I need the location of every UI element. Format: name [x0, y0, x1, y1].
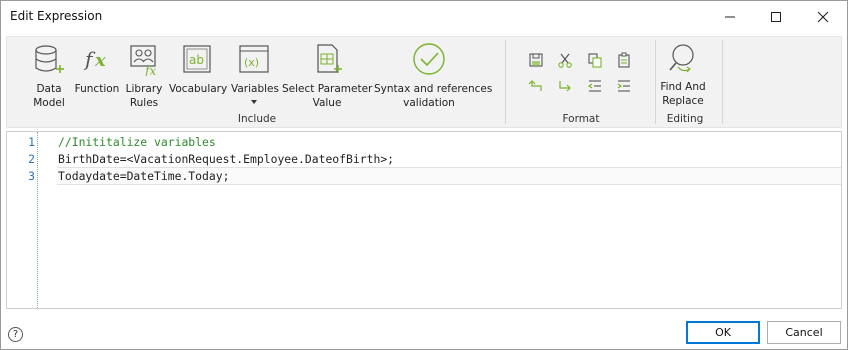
ok-button[interactable]: OK: [686, 321, 760, 344]
variables-x-icon: (x): [239, 45, 269, 73]
format-group-label: Format: [562, 113, 600, 125]
ribbon-separator: [505, 40, 506, 124]
vocabulary-label: Vocabulary: [169, 83, 228, 95]
cancel-button[interactable]: Cancel: [767, 321, 841, 344]
find-and-replace-label: Find And Replace: [660, 81, 706, 107]
vocabulary-ab-icon: ab: [183, 45, 211, 73]
svg-text:x: x: [94, 50, 106, 71]
svg-text:fx: fx: [144, 64, 156, 76]
library-rules-label: Library Rules: [125, 83, 163, 109]
select-parameter-value-button[interactable]: Select Parameter Value: [282, 42, 372, 112]
ribbon-separator: [722, 40, 723, 124]
line-number: 1: [28, 135, 35, 149]
maximize-button[interactable]: [753, 1, 799, 32]
library-rules-icon: fx: [130, 45, 156, 76]
gutter-divider: [37, 132, 38, 308]
code-line: Todaydate=DateTime.Today;: [58, 169, 230, 183]
syntax-validation-button[interactable]: Syntax and references validation: [374, 42, 493, 112]
validation-check-icon: [413, 43, 445, 75]
data-model-label: Data Model: [33, 83, 65, 109]
database-add-icon: [35, 45, 64, 73]
function-fx-icon: f x: [83, 47, 106, 71]
data-model-button[interactable]: Data Model: [27, 42, 71, 112]
editing-group-label: Editing: [666, 113, 704, 125]
code-line: BirthDate=<VacationRequest.Employee.Date…: [58, 152, 395, 166]
vocabulary-button[interactable]: ab Vocabulary: [169, 42, 228, 112]
chevron-down-icon: [251, 100, 257, 104]
function-label: Function: [74, 83, 120, 95]
function-button[interactable]: f x Function: [74, 42, 120, 112]
indent-icon[interactable]: [616, 78, 632, 94]
undo-icon[interactable]: [528, 78, 544, 94]
outdent-icon[interactable]: [587, 78, 603, 94]
variables-label: Variables: [231, 83, 279, 95]
ribbon-toolbar: Data Model f x Function fx Library Rules: [6, 36, 842, 128]
edit-expression-dialog: Edit Expression Data Model f x Function …: [0, 0, 848, 350]
code-line-comment: //Inititalize variables: [58, 135, 216, 149]
variables-button[interactable]: (x) Variables: [231, 42, 279, 112]
svg-text:(x): (x): [244, 56, 259, 69]
ribbon-separator: [655, 40, 656, 124]
svg-text:ab: ab: [189, 53, 204, 67]
library-rules-button[interactable]: fx Library Rules: [124, 42, 164, 112]
paste-icon[interactable]: [616, 52, 632, 68]
maximize-icon: [771, 11, 781, 22]
close-button[interactable]: [800, 1, 846, 32]
minimize-icon: [725, 16, 735, 17]
window-title: Edit Expression: [10, 9, 103, 23]
copy-icon[interactable]: [587, 52, 603, 68]
line-number: 2: [28, 152, 35, 166]
minimize-button[interactable]: [707, 1, 753, 32]
redo-icon[interactable]: [557, 78, 573, 94]
include-group-label: Include: [237, 113, 277, 125]
help-icon[interactable]: ?: [8, 327, 23, 342]
close-icon: [817, 11, 829, 22]
save-icon[interactable]: [528, 52, 544, 68]
find-and-replace-button[interactable]: Find And Replace: [658, 42, 708, 112]
syntax-validation-label: Syntax and references validation: [374, 83, 493, 109]
select-parameter-value-label: Select Parameter Value: [282, 83, 373, 109]
title-bar: Edit Expression: [1, 1, 847, 33]
line-number: 3: [28, 169, 35, 183]
find-replace-icon: [669, 44, 694, 73]
cut-icon[interactable]: [557, 52, 573, 68]
code-editor[interactable]: 1 2 3 //Inititalize variables BirthDate=…: [6, 131, 842, 309]
select-parameter-icon: [317, 44, 342, 73]
